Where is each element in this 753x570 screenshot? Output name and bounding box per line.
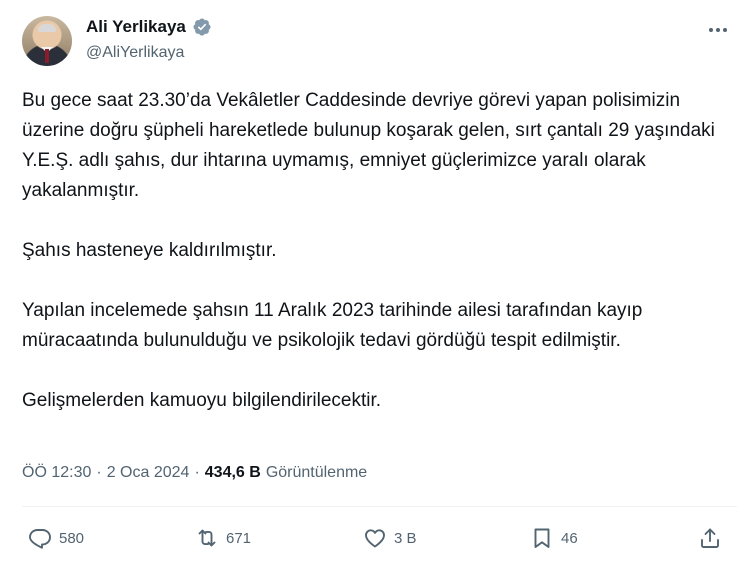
retweet-count: 671 xyxy=(226,529,252,547)
more-dot xyxy=(709,28,713,32)
like-button[interactable]: 3 B xyxy=(363,526,417,550)
views-count: 434,6 B xyxy=(204,464,261,481)
like-count: 3 B xyxy=(394,529,417,547)
more-icon[interactable] xyxy=(705,20,731,40)
retweet-button[interactable]: 671 xyxy=(195,526,251,550)
heart-icon xyxy=(365,529,385,548)
tweet-meta: ÖÖ 12:30 · 2 Oca 2024 · 434,6 B Görüntül… xyxy=(22,464,367,482)
divider xyxy=(22,506,737,507)
meta-separator: · xyxy=(194,464,200,481)
tweet-date[interactable]: 2 Oca 2024 xyxy=(107,464,190,482)
tweet-text: Bu gece saat 23.30’da Vekâletler Caddesi… xyxy=(22,86,737,416)
bookmark-count: 46 xyxy=(561,529,578,547)
avatar-hair xyxy=(38,24,56,32)
reply-count: 580 xyxy=(59,529,85,547)
meta-separator: · xyxy=(96,464,102,481)
avatar-tie xyxy=(45,49,49,63)
views-label: Görüntülenme xyxy=(265,464,368,481)
bookmark-button[interactable]: 46 xyxy=(530,526,578,550)
share-icon xyxy=(701,528,719,548)
verified-badge-icon[interactable] xyxy=(192,17,212,37)
author-handle[interactable]: @AliYerlikaya xyxy=(86,44,184,62)
tweet-paragraph: Gelişmelerden kamuoyu bilgilendirilecekt… xyxy=(22,390,382,411)
tweet-paragraph: Bu gece saat 23.30’da Vekâletler Caddesi… xyxy=(22,90,720,201)
reply-button[interactable]: 580 xyxy=(28,526,84,550)
tweet-paragraph: Şahıs hasteneye kaldırılmıştır. xyxy=(22,240,277,261)
tweet-header: Ali Yerlikaya @AliYerlikaya xyxy=(22,14,737,70)
more-dot xyxy=(723,28,727,32)
avatar[interactable] xyxy=(22,16,72,66)
name-row: Ali Yerlikaya xyxy=(86,17,212,37)
author-name[interactable]: Ali Yerlikaya xyxy=(86,17,186,37)
tweet-time[interactable]: ÖÖ 12:30 xyxy=(22,464,91,482)
tweet-paragraph: Yapılan incelemede şahsın 11 Aralık 2023… xyxy=(22,300,664,351)
more-dot xyxy=(716,28,720,32)
retweet-icon xyxy=(198,529,216,547)
action-bar: 580 671 3 B 46 xyxy=(22,522,737,558)
bookmark-icon xyxy=(534,528,550,548)
reply-icon xyxy=(29,529,51,549)
share-button[interactable] xyxy=(698,526,722,550)
